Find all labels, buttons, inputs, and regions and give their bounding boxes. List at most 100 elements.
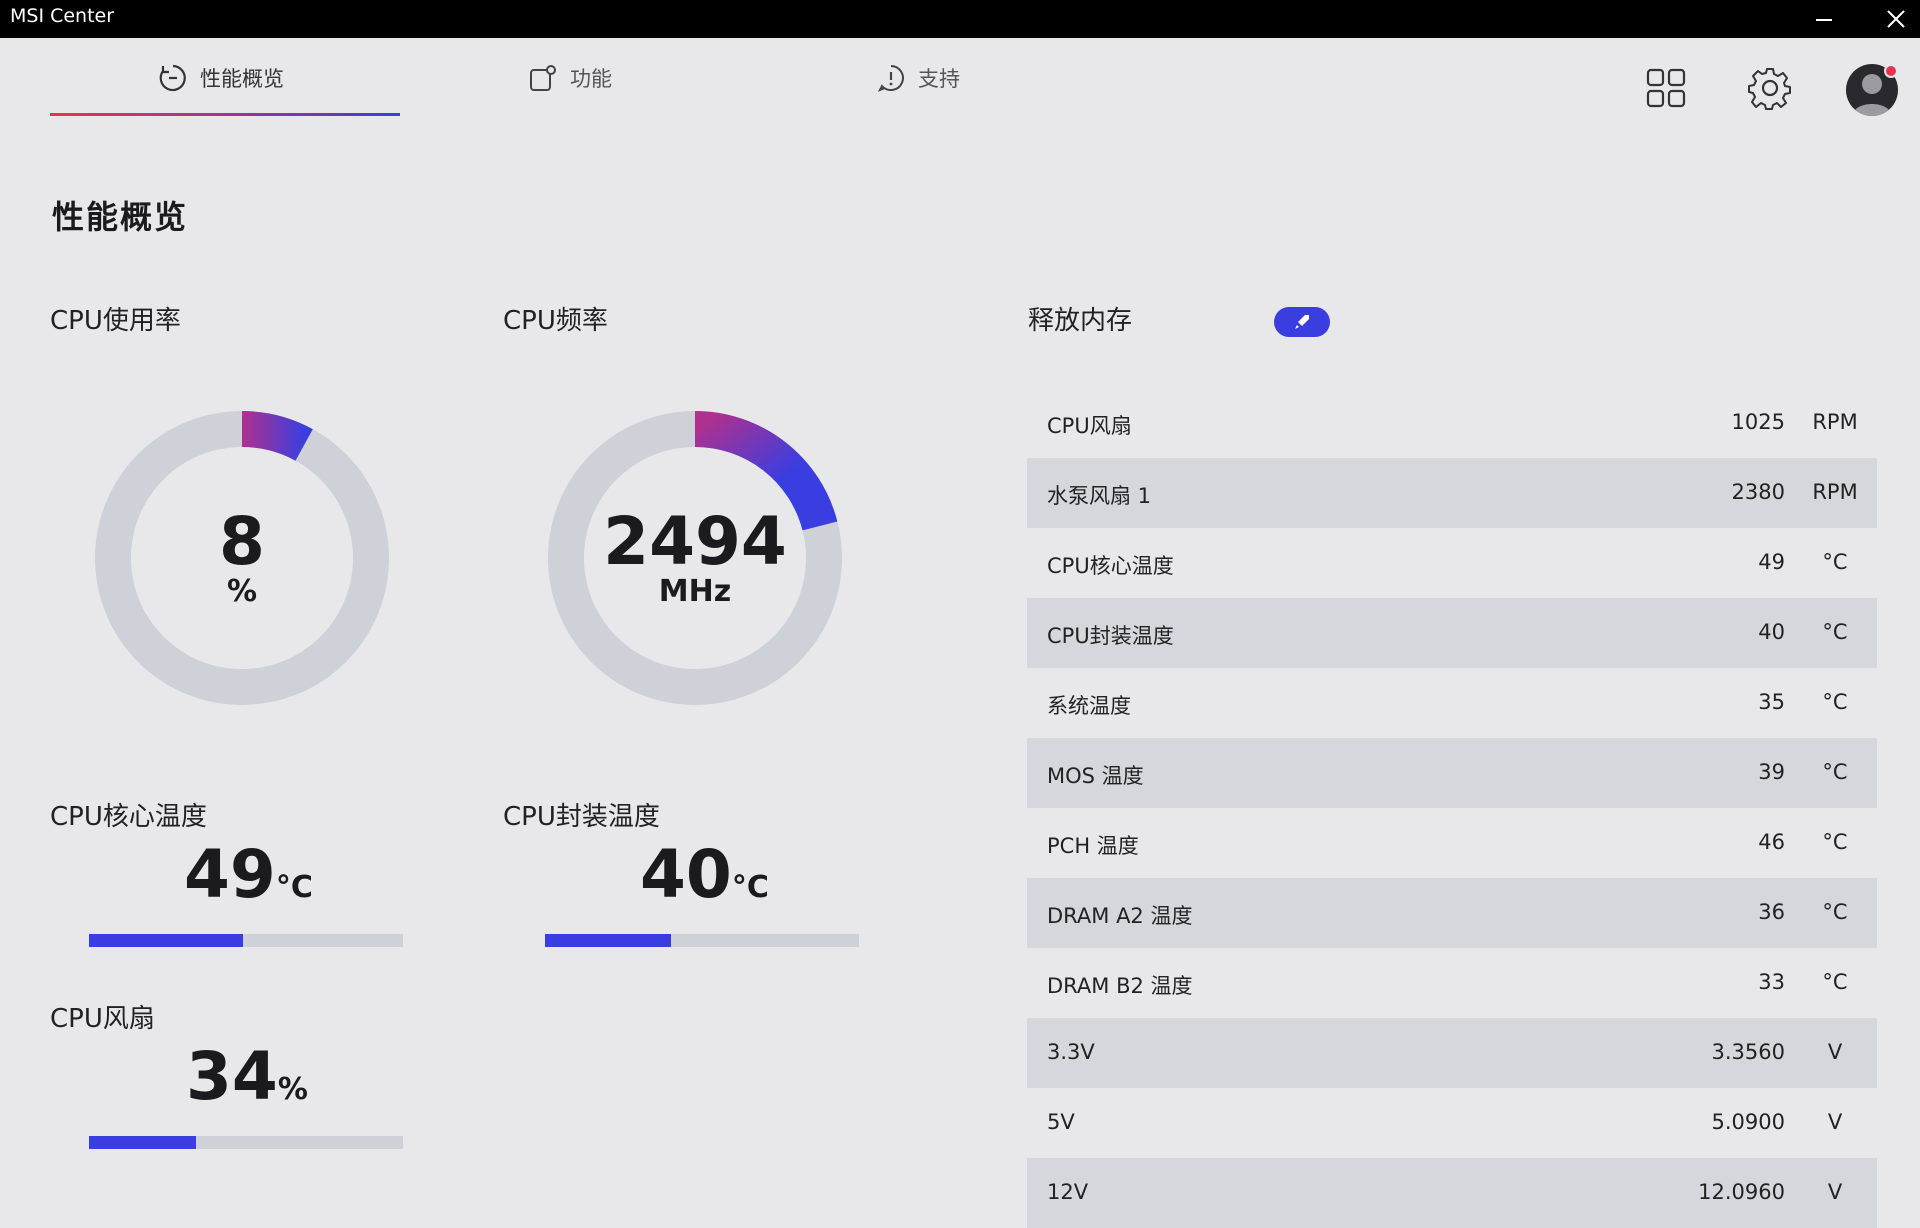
- page-title: 性能概览: [52, 198, 189, 236]
- sensor-unit: °C: [1822, 550, 1848, 574]
- sensor-name: DRAM B2 温度: [1047, 974, 1193, 998]
- main-tabs: 性能概览 功能 支持: [0, 38, 1920, 118]
- sensor-row: 系统温度 35 °C: [1027, 668, 1877, 738]
- sensor-row: 3.3V 3.3560 V: [1027, 1018, 1877, 1088]
- sensor-unit: RPM: [1812, 410, 1858, 434]
- cpu-fan-bar: [89, 1136, 403, 1149]
- cpu-core-temp-unit: °C: [275, 870, 313, 905]
- sensor-name: 3.3V: [1047, 1040, 1095, 1064]
- sensor-value: 40: [1758, 620, 1785, 644]
- tab-label: 功能: [570, 67, 612, 91]
- sensor-row: PCH 温度 46 °C: [1027, 808, 1877, 878]
- tab-support[interactable]: 支持: [876, 58, 960, 98]
- cpu-usage-label: CPU使用率: [50, 306, 181, 336]
- cpu-core-temp-label: CPU核心温度: [50, 802, 207, 832]
- sensor-name: 5V: [1047, 1110, 1075, 1134]
- cpu-package-temp-bar: [545, 934, 859, 947]
- sensor-value: 1025: [1731, 410, 1785, 434]
- sensor-value: 46: [1758, 830, 1785, 854]
- release-memory-button[interactable]: [1274, 307, 1330, 337]
- sensor-name: PCH 温度: [1047, 834, 1139, 858]
- sensor-unit: °C: [1822, 900, 1848, 924]
- tab-features[interactable]: 功能: [528, 58, 612, 98]
- sensor-row: CPU封装温度 40 °C: [1027, 598, 1877, 668]
- feature-icon: [530, 65, 556, 91]
- cpu-fan-readout: 34%: [186, 1038, 308, 1115]
- sensor-unit: °C: [1822, 620, 1848, 644]
- rocket-icon: [1295, 315, 1309, 329]
- gear-icon: [1748, 68, 1791, 110]
- sensor-value: 39: [1758, 760, 1785, 784]
- sensor-name: CPU封装温度: [1047, 624, 1174, 648]
- sensor-unit: °C: [1822, 690, 1848, 714]
- sensor-row: 12V 12.0960 V: [1027, 1158, 1877, 1228]
- title-bar: MSI Center: [0, 0, 1920, 38]
- cpu-fan-label: CPU风扇: [50, 1004, 155, 1034]
- cpu-frequency-unit: MHz: [658, 573, 732, 609]
- notification-badge: [1884, 64, 1898, 78]
- sensor-unit: °C: [1822, 970, 1848, 994]
- cpu-fan-value: 34: [186, 1038, 278, 1115]
- sensor-row: 5V 5.0900 V: [1027, 1088, 1877, 1158]
- minimize-button[interactable]: [1796, 0, 1852, 38]
- cpu-fan-bar-fill: [89, 1136, 196, 1149]
- settings-button[interactable]: [1746, 64, 1794, 112]
- grid-view-button[interactable]: [1642, 64, 1690, 112]
- tab-label: 性能概览: [200, 67, 284, 91]
- app-title: MSI Center: [10, 5, 115, 27]
- cpu-core-temp-bar: [89, 934, 403, 947]
- close-button[interactable]: [1868, 0, 1920, 38]
- release-memory-label: 释放内存: [1028, 306, 1133, 336]
- cpu-core-temp-readout: 49°C: [184, 836, 313, 913]
- minimize-icon: [1816, 19, 1832, 21]
- sensor-name: CPU核心温度: [1047, 554, 1174, 578]
- sensor-value: 35: [1758, 690, 1785, 714]
- cpu-frequency-label: CPU频率: [503, 306, 608, 336]
- cpu-fan-unit: %: [277, 1072, 308, 1107]
- sensor-name: DRAM A2 温度: [1047, 904, 1193, 928]
- sensor-value: 3.3560: [1711, 1040, 1785, 1064]
- cpu-package-temp-readout: 40°C: [640, 836, 769, 913]
- cpu-package-temp-label: CPU封装温度: [503, 802, 660, 832]
- sensor-unit: V: [1827, 1110, 1843, 1134]
- tab-performance-overview[interactable]: 性能概览: [158, 58, 284, 98]
- sensor-value: 33: [1758, 970, 1785, 994]
- sensor-name: CPU风扇: [1047, 414, 1132, 438]
- sensor-unit: RPM: [1812, 480, 1858, 504]
- cpu-usage-gauge: 8 %: [92, 408, 392, 708]
- sensor-value: 36: [1758, 900, 1785, 924]
- support-icon: [877, 65, 904, 92]
- sensor-row: MOS 温度 39 °C: [1027, 738, 1877, 808]
- grid-icon: [1646, 68, 1686, 108]
- cpu-package-temp-unit: °C: [731, 870, 769, 905]
- tab-label: 支持: [918, 67, 960, 91]
- gauge-readout: 2494 MHz: [545, 408, 845, 708]
- cpu-frequency-gauge: 2494 MHz: [545, 408, 845, 708]
- sensor-list: CPU风扇 1025 RPM 水泵风扇 1 2380 RPM CPU核心温度 49 °C CPU封…: [1027, 388, 1877, 1228]
- cpu-usage-value: 8: [219, 502, 265, 580]
- sensor-row: 水泵风扇 1 2380 RPM: [1027, 458, 1877, 528]
- active-tab-indicator: [50, 113, 400, 116]
- cpu-core-temp-bar-fill: [89, 934, 243, 947]
- sensor-row: CPU核心温度 49 °C: [1027, 528, 1877, 598]
- gauge-readout: 8 %: [92, 408, 392, 708]
- sensor-name: 系统温度: [1047, 694, 1131, 718]
- cpu-core-temp-value: 49: [184, 836, 276, 913]
- sensor-unit: °C: [1822, 760, 1848, 784]
- close-icon: [1887, 10, 1905, 28]
- sensor-row: CPU风扇 1025 RPM: [1027, 388, 1877, 458]
- sensor-name: MOS 温度: [1047, 764, 1144, 788]
- sensor-unit: °C: [1822, 830, 1848, 854]
- cpu-usage-unit: %: [226, 573, 258, 609]
- gauge-icon: [159, 64, 186, 92]
- sensor-value: 49: [1758, 550, 1785, 574]
- sensor-name: 水泵风扇 1: [1047, 484, 1152, 508]
- sensor-value: 5.0900: [1711, 1110, 1785, 1134]
- cpu-package-temp-bar-fill: [545, 934, 671, 947]
- cpu-frequency-value: 2494: [603, 502, 787, 580]
- cpu-package-temp-value: 40: [640, 836, 732, 913]
- sensor-row: DRAM A2 温度 36 °C: [1027, 878, 1877, 948]
- sensor-row: DRAM B2 温度 33 °C: [1027, 948, 1877, 1018]
- sensor-unit: V: [1827, 1040, 1843, 1064]
- sensor-value: 2380: [1731, 480, 1785, 504]
